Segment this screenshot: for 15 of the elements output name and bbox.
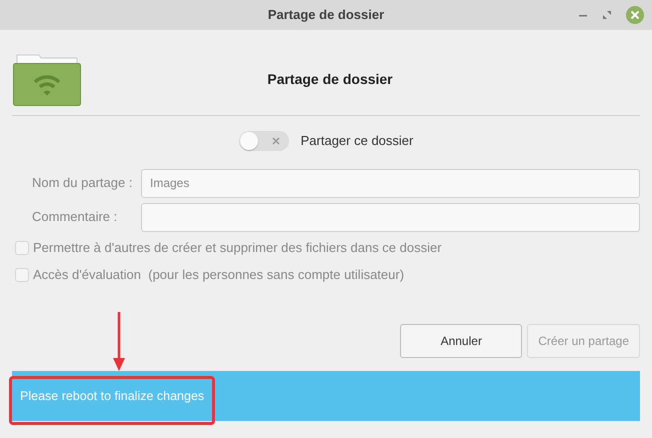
info-message: Please reboot to finalize changes xyxy=(20,388,204,405)
folder-icon xyxy=(13,54,81,106)
close-icon[interactable] xyxy=(626,6,644,24)
off-x-icon xyxy=(272,137,280,145)
checkbox-label: Permettre à d'autres de créer et supprimer des fichiers dans ce dossier xyxy=(33,238,442,257)
field-label: Nom du partage : xyxy=(32,174,134,192)
cancel-button[interactable]: Annuler xyxy=(400,324,522,358)
window-title: Partage de dossier xyxy=(268,6,384,24)
checkbox-label: Accès d'évaluation xyxy=(33,266,141,284)
dialog-heading: Partage de dossier xyxy=(266,70,394,89)
share-toggle[interactable] xyxy=(238,131,289,151)
maximize-icon[interactable] xyxy=(602,10,612,20)
checkbox-note: (pour les personnes sans compte utilisateur) xyxy=(148,266,404,284)
field-label: Commentaire : xyxy=(32,208,118,226)
toggle-label: Partager ce dossier xyxy=(300,132,414,150)
